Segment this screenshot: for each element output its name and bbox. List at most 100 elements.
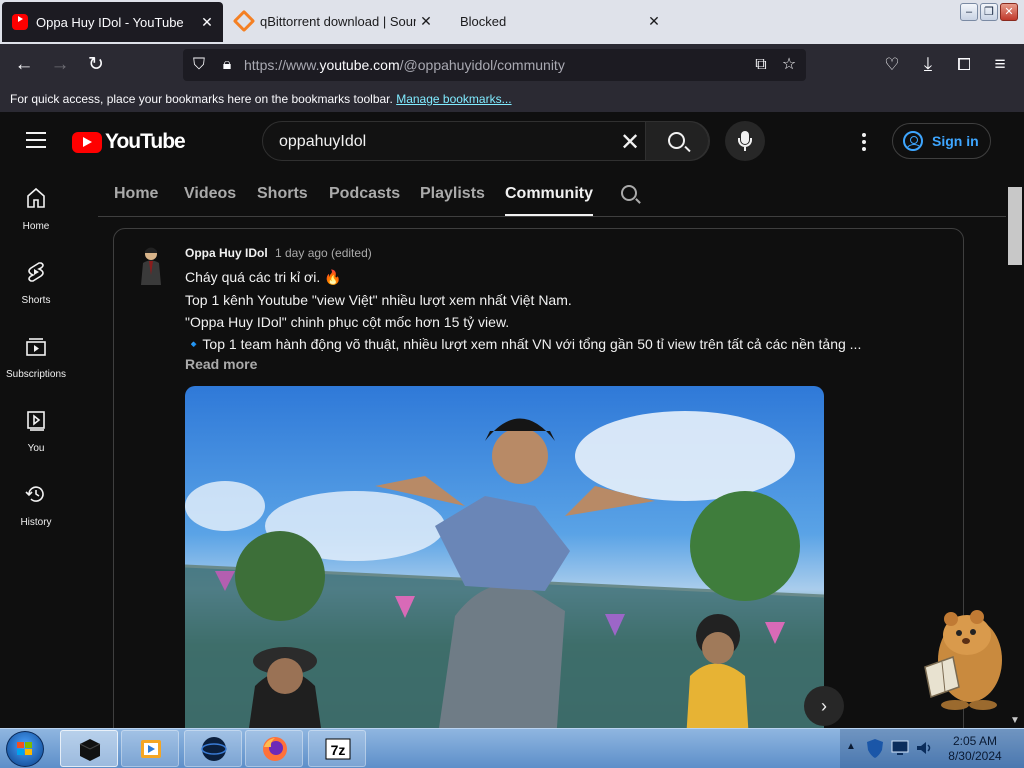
youtube-favicon-icon <box>12 14 28 30</box>
tab-videos[interactable]: Videos <box>184 185 236 203</box>
sign-in-label: Sign in <box>932 133 979 149</box>
svg-text:7z: 7z <box>331 742 346 758</box>
tab-podcasts[interactable]: Podcasts <box>329 185 400 203</box>
forward-arrow-icon[interactable]: → <box>48 53 72 77</box>
tab-title: Blocked <box>460 13 507 29</box>
taskbar-clock[interactable]: 2:05 AM 8/30/2024 <box>940 734 1010 764</box>
home-icon <box>27 187 45 208</box>
next-image-button[interactable]: › <box>804 686 844 726</box>
black-cube-icon <box>79 739 101 761</box>
hamburger-menu-icon[interactable] <box>26 132 46 148</box>
bookmarks-toolbar: For quick access, place your bookmarks h… <box>0 86 1024 112</box>
tab-shorts[interactable]: Shorts <box>257 185 308 203</box>
channel-avatar[interactable] <box>136 245 166 285</box>
browser-tab-strip: Oppa Huy IDol - YouTube ✕ qBittorrent do… <box>0 0 1024 44</box>
page-scrollbar[interactable]: ▼ <box>1006 170 1024 728</box>
search-input[interactable]: oppahuyIdol <box>279 133 366 151</box>
youtube-masthead: YouTube oppahuyIdol ✕ Sign in <box>0 112 1024 170</box>
show-hidden-icons-icon[interactable]: ▲ <box>846 741 856 752</box>
clock-date: 8/30/2024 <box>948 749 1002 763</box>
navigation-toolbar: ← → ↻ ⛉ 🔒︎ https://www.youtube.com/@oppa… <box>0 44 1024 86</box>
guide-label: Shorts <box>21 295 51 306</box>
7zip-icon: 7z <box>325 738 351 760</box>
url-bar[interactable]: ⛉ 🔒︎ https://www.youtube.com/@oppahuyido… <box>183 49 806 81</box>
post-image-art <box>185 411 824 747</box>
download-icon[interactable]: ⤓ <box>916 53 940 77</box>
clear-search-icon[interactable]: ✕ <box>617 128 643 157</box>
search-button[interactable] <box>645 121 709 161</box>
start-button[interactable] <box>6 731 44 767</box>
url-text[interactable]: https://www.youtube.com/@oppahuyidol/com… <box>244 57 565 73</box>
bookmarks-hint: For quick access, place your bookmarks h… <box>10 92 393 106</box>
tab-playlists[interactable]: Playlists <box>420 185 485 203</box>
tab-close-icon[interactable]: ✕ <box>416 13 436 30</box>
scroll-down-arrow-icon[interactable]: ▼ <box>1010 715 1020 726</box>
scrollbar-thumb[interactable] <box>1008 187 1022 265</box>
post-time[interactable]: 1 day ago (edited) <box>275 246 372 260</box>
manage-bookmarks-link[interactable]: Manage bookmarks... <box>396 92 511 106</box>
globe-icon <box>201 737 227 761</box>
tab-youtube[interactable]: Oppa Huy IDol - YouTube ✕ <box>2 2 223 42</box>
security-shield-icon[interactable] <box>864 737 886 759</box>
volume-icon[interactable] <box>914 738 934 758</box>
tab-community[interactable]: Community <box>505 185 593 216</box>
guide-item-you[interactable]: You <box>0 392 72 466</box>
history-icon <box>25 486 44 502</box>
tab-blocked[interactable]: Blocked ✕ <box>450 2 670 40</box>
read-more-button[interactable]: Read more <box>185 356 257 372</box>
menu-icon[interactable]: ≡ <box>988 53 1012 77</box>
sign-in-button[interactable]: Sign in <box>892 123 991 159</box>
subscriptions-icon <box>26 338 46 356</box>
back-arrow-icon[interactable]: ← <box>12 53 36 77</box>
post-image[interactable] <box>185 386 824 747</box>
minimize-button[interactable]: – <box>960 3 978 21</box>
channel-search-icon[interactable] <box>621 185 637 201</box>
taskbar-app-firefox[interactable] <box>245 730 303 767</box>
taskbar-app-browser-globe[interactable] <box>184 730 242 767</box>
windows-taskbar: 7z ▲ 2:05 AM 8/30/2024 <box>0 728 1024 768</box>
tab-title: qBittorrent download | SourceF <box>260 13 416 29</box>
youtube-play-icon <box>72 131 102 153</box>
guide-item-subscriptions[interactable]: Subscriptions <box>0 318 72 392</box>
extensions-icon[interactable]: ⧠ <box>952 53 976 77</box>
guide-label: You <box>27 443 45 454</box>
guide-label: Subscriptions <box>5 369 67 380</box>
hamster-mascot <box>924 610 1002 710</box>
more-options-icon[interactable] <box>862 133 866 154</box>
post-author[interactable]: Oppa Huy IDol <box>185 246 268 260</box>
tab-title: Oppa Huy IDol - YouTube <box>36 14 184 30</box>
guide-label: Home <box>22 221 50 232</box>
lock-icon[interactable]: 🔒︎ <box>215 53 239 77</box>
sourceforge-favicon-icon <box>232 9 256 33</box>
network-icon[interactable] <box>890 738 910 758</box>
taskbar-app-media-player[interactable] <box>121 730 179 767</box>
taskbar-app-7zip[interactable]: 7z <box>308 730 366 767</box>
you-icon <box>27 411 45 431</box>
bookmark-star-icon[interactable]: ☆ <box>777 53 801 77</box>
picture-in-picture-icon[interactable]: ⧉ <box>749 53 773 77</box>
tab-home[interactable]: Home <box>114 185 158 203</box>
guide-item-home[interactable]: Home <box>0 170 72 244</box>
left-guide: Home Shorts Subscriptions You History <box>0 170 72 728</box>
windows-logo-icon <box>17 742 32 755</box>
guide-item-history[interactable]: History <box>0 466 72 540</box>
channel-tabs: Home Videos Shorts Podcasts Playlists Co… <box>98 170 1006 217</box>
account-icon <box>903 131 923 151</box>
shorts-icon <box>28 262 44 282</box>
close-window-button[interactable]: ✕ <box>1000 3 1018 21</box>
post-text-line: Top 1 kênh Youtube "view Việt" nhiều lượ… <box>185 292 572 308</box>
guide-label: History <box>20 517 52 528</box>
search-box[interactable]: oppahuyIdol ✕ <box>262 121 710 161</box>
taskbar-app-terminal[interactable] <box>60 730 118 767</box>
tab-close-icon[interactable]: ✕ <box>644 13 664 30</box>
guide-item-shorts[interactable]: Shorts <box>0 244 72 318</box>
youtube-logo[interactable]: YouTube <box>72 130 186 154</box>
tab-close-icon[interactable]: ✕ <box>197 14 217 31</box>
tab-sourceforge[interactable]: qBittorrent download | SourceF ✕ <box>226 2 442 40</box>
reload-icon[interactable]: ↻ <box>84 53 108 77</box>
restore-button[interactable]: ❐ <box>980 3 998 21</box>
voice-search-button[interactable] <box>725 121 765 161</box>
firefox-icon <box>263 737 287 761</box>
pocket-icon[interactable]: ♡ <box>880 53 904 77</box>
shield-icon[interactable]: ⛉ <box>187 53 211 77</box>
